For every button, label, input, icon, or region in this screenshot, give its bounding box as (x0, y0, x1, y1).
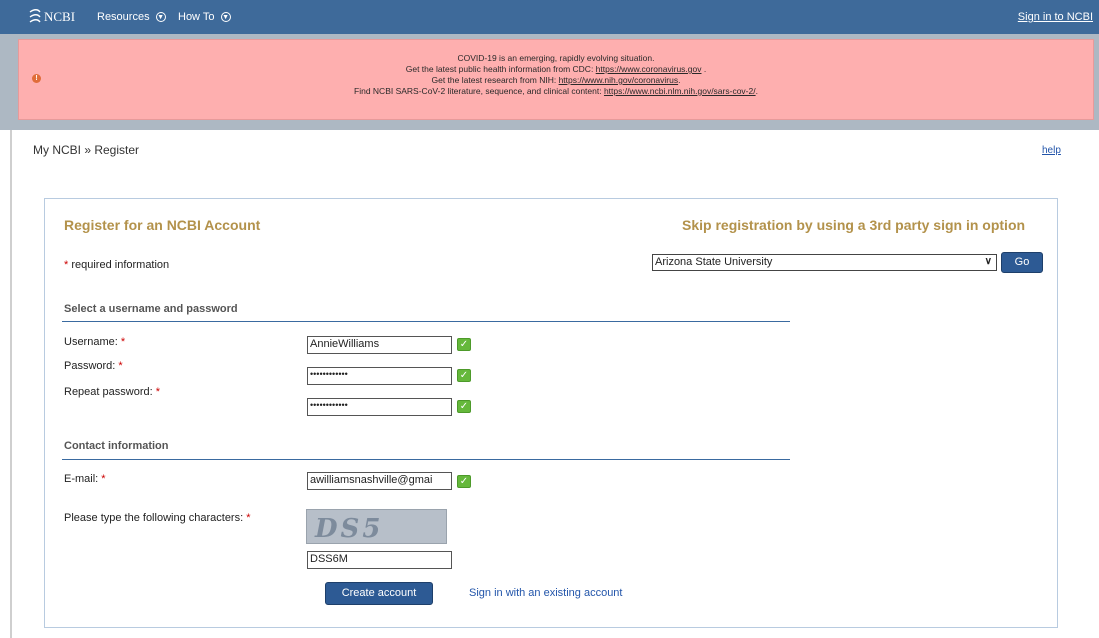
banner-line-2: Get the latest public health information… (19, 64, 1093, 75)
captcha-input[interactable]: DSS6M (307, 551, 452, 569)
valid-check-icon: ✓ (457, 338, 471, 351)
username-label-text: Username: (64, 336, 121, 348)
password-label-text: Password: (64, 360, 119, 372)
chevron-down-icon: ▼ (220, 12, 231, 23)
banner-line-4: Find NCBI SARS-CoV-2 literature, sequenc… (19, 86, 1093, 97)
banner-line-3-suffix: . (678, 75, 681, 85)
required-star: * (118, 360, 123, 372)
email-field[interactable]: awilliamsnashville@gmai (307, 472, 452, 490)
valid-check-icon: ✓ (457, 400, 471, 413)
institution-select[interactable]: Arizona State University ∨ (652, 254, 997, 271)
required-star: * (101, 473, 106, 485)
howto-label: How To (178, 11, 215, 23)
register-title: Register for an NCBI Account (64, 217, 261, 233)
required-info-text: required information (68, 259, 170, 271)
contact-section-heading: Contact information (64, 440, 169, 452)
banner-line-2-suffix: . (701, 64, 707, 74)
skip-registration-title: Skip registration by using a 3rd party s… (682, 217, 1026, 233)
email-label: E-mail: * (64, 473, 106, 485)
valid-check-icon: ✓ (457, 475, 471, 488)
sign-in-link[interactable]: Sign in to NCBI (1018, 11, 1093, 23)
ncbi-logo-text: NCBI (44, 9, 76, 24)
banner-line-4-suffix: . (755, 86, 758, 96)
alert-icon: ! (32, 74, 41, 83)
ncbi-logo[interactable]: NCBI (29, 9, 76, 25)
institution-value: Arizona State University (655, 256, 773, 268)
username-field[interactable]: AnnieWilliams (307, 336, 452, 354)
resources-menu[interactable]: Resources ▼ (97, 11, 166, 23)
credentials-section-heading: Select a username and password (64, 303, 238, 315)
nih-link[interactable]: https://www.nih.gov/coronavirus (559, 75, 679, 85)
announcement-area: ! COVID-19 is an emerging, rapidly evolv… (0, 34, 1099, 130)
banner-line-3-text: Get the latest research from NIH: (431, 75, 559, 85)
page-left-border (10, 130, 12, 638)
required-star: * (246, 512, 251, 524)
chevron-down-icon: ▼ (155, 12, 166, 23)
banner-line-2-text: Get the latest public health information… (405, 64, 596, 74)
go-button[interactable]: Go (1001, 252, 1043, 273)
help-link[interactable]: help (1042, 145, 1061, 156)
email-label-text: E-mail: (64, 473, 102, 485)
username-label: Username: * (64, 336, 125, 348)
repeat-password-label-text: Repeat password: (64, 386, 156, 398)
existing-account-link[interactable]: Sign in with an existing account (469, 587, 622, 599)
ncbi-logo-icon (29, 9, 41, 23)
valid-check-icon: ✓ (457, 369, 471, 382)
banner-line-4-text: Find NCBI SARS-CoV-2 literature, sequenc… (354, 86, 604, 96)
repeat-password-label: Repeat password: * (64, 386, 160, 398)
cdc-link[interactable]: https://www.coronavirus.gov (596, 64, 702, 74)
required-info-note: * required information (64, 259, 169, 271)
required-star: * (155, 386, 160, 398)
captcha-label-text: Please type the following characters: (64, 512, 247, 524)
captcha-image: DS5 6M (306, 509, 447, 544)
required-star: * (120, 336, 126, 348)
breadcrumb: My NCBI » Register (33, 143, 140, 157)
banner-line-1: COVID-19 is an emerging, rapidly evolvin… (457, 53, 655, 63)
password-field[interactable]: •••••••••••• (307, 367, 452, 385)
registration-panel: Register for an NCBI Account Skip regist… (44, 198, 1058, 628)
chevron-down-icon: ∨ (984, 256, 992, 267)
captcha-label: Please type the following characters: * (64, 512, 251, 524)
top-navigation-bar: NCBI Resources ▼ How To ▼ Sign in to NCB… (0, 0, 1099, 34)
sars-cov-2-link[interactable]: https://www.ncbi.nlm.nih.gov/sars-cov-2/ (604, 86, 756, 96)
section-divider (62, 459, 790, 460)
section-divider (62, 321, 790, 322)
captcha-image-text: DS5 6M (315, 514, 384, 544)
create-account-button[interactable]: Create account (325, 582, 433, 605)
banner-line-3: Get the latest research from NIH: https:… (19, 75, 1093, 86)
resources-label: Resources (97, 11, 150, 23)
howto-menu[interactable]: How To ▼ (178, 11, 231, 23)
password-label: Password: * (64, 360, 123, 372)
repeat-password-field[interactable]: •••••••••••• (307, 398, 452, 416)
covid-alert-banner: ! COVID-19 is an emerging, rapidly evolv… (18, 39, 1094, 120)
